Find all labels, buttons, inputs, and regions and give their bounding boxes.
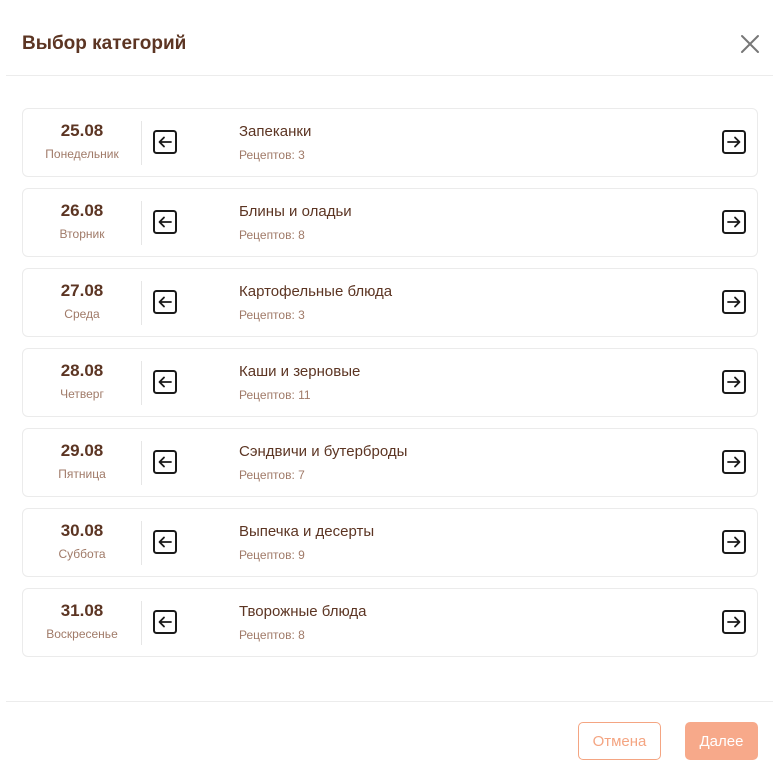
day-row: 26.08 Вторник Блины и оладьи Рецептов: 8 bbox=[22, 188, 758, 257]
arrow-right-square-icon bbox=[722, 210, 746, 234]
cancel-button[interactable]: Отмена bbox=[578, 722, 661, 760]
previous-category-button[interactable] bbox=[152, 449, 178, 475]
next-category-button[interactable] bbox=[721, 609, 747, 635]
previous-category-button[interactable] bbox=[152, 209, 178, 235]
date-box: 27.08 Среда bbox=[23, 269, 141, 336]
arrow-left-square-icon bbox=[153, 130, 177, 154]
date-box: 29.08 Пятница bbox=[23, 429, 141, 496]
days-list: 25.08 Понедельник Запеканки Рецептов: 3 bbox=[22, 108, 758, 668]
close-icon bbox=[741, 35, 759, 53]
category-name: Картофельные блюда bbox=[239, 283, 393, 300]
row-divider bbox=[141, 281, 142, 325]
previous-category-button[interactable] bbox=[152, 369, 178, 395]
recipe-count: Рецептов: 8 bbox=[239, 628, 305, 642]
arrow-right-square-icon bbox=[722, 610, 746, 634]
day-row: 30.08 Суббота Выпечка и десерты Рецептов… bbox=[22, 508, 758, 577]
day-weekday: Суббота bbox=[58, 547, 106, 561]
day-weekday: Понедельник bbox=[45, 147, 119, 161]
day-weekday: Среда bbox=[64, 307, 100, 321]
arrow-left-square-icon bbox=[153, 370, 177, 394]
previous-category-button[interactable] bbox=[152, 289, 178, 315]
day-date: 31.08 bbox=[60, 601, 104, 620]
recipe-count: Рецептов: 9 bbox=[239, 548, 305, 562]
next-category-button[interactable] bbox=[721, 129, 747, 155]
day-weekday: Вторник bbox=[59, 227, 105, 241]
row-divider bbox=[141, 201, 142, 245]
next-category-button[interactable] bbox=[721, 529, 747, 555]
category-name: Творожные блюда bbox=[239, 603, 367, 620]
recipe-count: Рецептов: 11 bbox=[239, 388, 311, 402]
day-date: 30.08 bbox=[60, 521, 104, 540]
next-category-button[interactable] bbox=[721, 449, 747, 475]
row-divider bbox=[141, 441, 142, 485]
header-divider bbox=[6, 75, 773, 76]
category-name: Запеканки bbox=[239, 123, 312, 140]
row-divider bbox=[141, 601, 142, 645]
day-date: 28.08 bbox=[60, 361, 104, 380]
next-button[interactable]: Далее bbox=[685, 722, 758, 760]
recipe-count: Рецептов: 7 bbox=[239, 468, 305, 482]
day-weekday: Четверг bbox=[60, 387, 104, 401]
arrow-right-square-icon bbox=[722, 290, 746, 314]
row-divider bbox=[141, 361, 142, 405]
date-box: 28.08 Четверг bbox=[23, 349, 141, 416]
next-category-button[interactable] bbox=[721, 369, 747, 395]
arrow-left-square-icon bbox=[153, 210, 177, 234]
previous-category-button[interactable] bbox=[152, 529, 178, 555]
day-date: 26.08 bbox=[60, 201, 104, 220]
day-weekday: Пятница bbox=[58, 467, 106, 481]
day-row: 25.08 Понедельник Запеканки Рецептов: 3 bbox=[22, 108, 758, 177]
next-category-button[interactable] bbox=[721, 209, 747, 235]
day-row: 27.08 Среда Картофельные блюда Рецептов:… bbox=[22, 268, 758, 337]
footer-divider bbox=[6, 701, 773, 702]
category-name: Сэндвичи и бутерброды bbox=[239, 443, 408, 460]
day-weekday: Воскресенье bbox=[46, 627, 118, 641]
recipe-count: Рецептов: 8 bbox=[239, 228, 305, 242]
arrow-right-square-icon bbox=[722, 530, 746, 554]
day-row: 31.08 Воскресенье Творожные блюда Рецепт… bbox=[22, 588, 758, 657]
day-row: 29.08 Пятница Сэндвичи и бутерброды Реце… bbox=[22, 428, 758, 497]
day-date: 25.08 bbox=[60, 121, 104, 140]
category-selection-dialog: Выбор категорий 25.08 Понедельник Запека… bbox=[0, 0, 777, 780]
date-box: 26.08 Вторник bbox=[23, 189, 141, 256]
arrow-right-square-icon bbox=[722, 370, 746, 394]
previous-category-button[interactable] bbox=[152, 129, 178, 155]
row-divider bbox=[141, 121, 142, 165]
dialog-title: Выбор категорий bbox=[22, 33, 187, 54]
arrow-left-square-icon bbox=[153, 290, 177, 314]
row-divider bbox=[141, 521, 142, 565]
close-button[interactable] bbox=[736, 30, 764, 58]
recipe-count: Рецептов: 3 bbox=[239, 308, 305, 322]
dialog-header: Выбор категорий bbox=[0, 0, 777, 76]
arrow-right-square-icon bbox=[722, 450, 746, 474]
recipe-count: Рецептов: 3 bbox=[239, 148, 305, 162]
date-box: 25.08 Понедельник bbox=[23, 109, 141, 176]
date-box: 30.08 Суббота bbox=[23, 509, 141, 576]
day-date: 27.08 bbox=[60, 281, 104, 300]
arrow-right-square-icon bbox=[722, 130, 746, 154]
category-name: Выпечка и десерты bbox=[239, 523, 375, 540]
date-box: 31.08 Воскресенье bbox=[23, 589, 141, 656]
day-date: 29.08 bbox=[60, 441, 104, 460]
previous-category-button[interactable] bbox=[152, 609, 178, 635]
day-row: 28.08 Четверг Каши и зерновые Рецептов: … bbox=[22, 348, 758, 417]
category-name: Блины и оладьи bbox=[239, 203, 352, 220]
next-category-button[interactable] bbox=[721, 289, 747, 315]
arrow-left-square-icon bbox=[153, 530, 177, 554]
category-name: Каши и зерновые bbox=[239, 363, 361, 380]
arrow-left-square-icon bbox=[153, 610, 177, 634]
arrow-left-square-icon bbox=[153, 450, 177, 474]
